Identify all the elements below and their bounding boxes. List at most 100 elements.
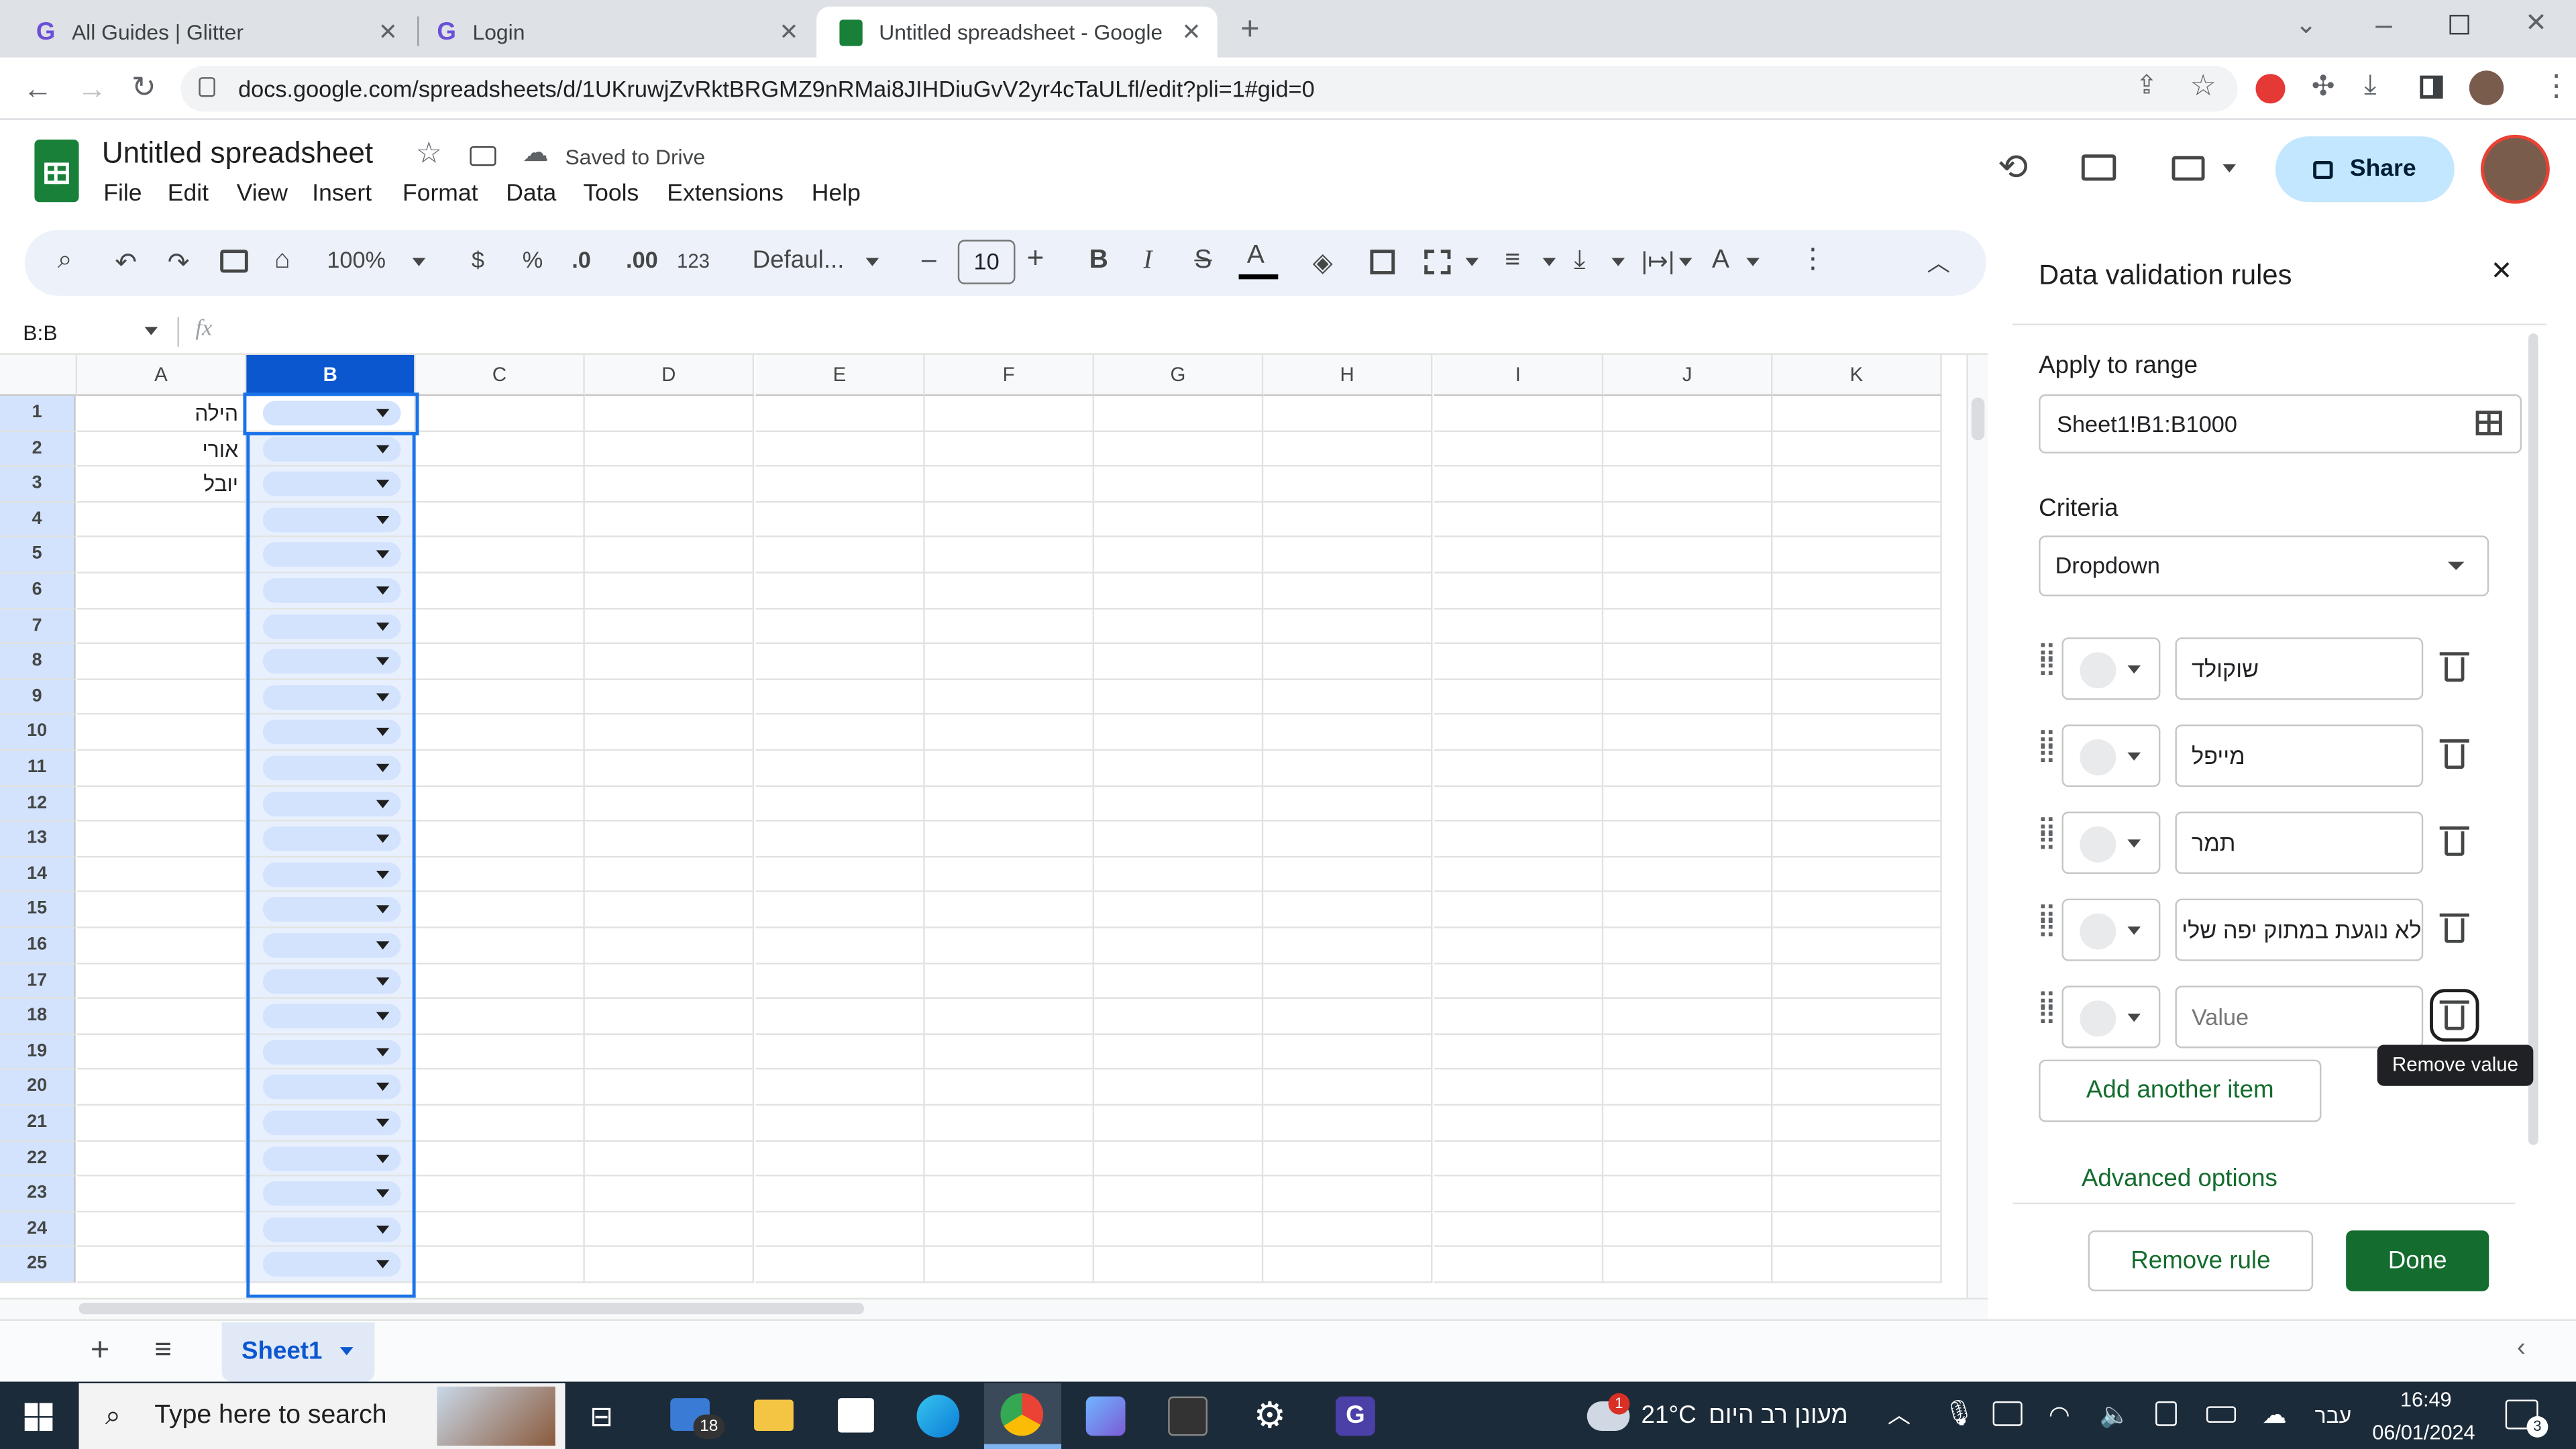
grid-cell[interactable] bbox=[924, 1106, 1095, 1142]
glitter-app-icon[interactable]: G bbox=[1336, 1396, 1375, 1436]
grid-cell[interactable] bbox=[584, 1034, 755, 1071]
grid-cell[interactable] bbox=[1094, 396, 1264, 432]
grid-cell[interactable] bbox=[1772, 396, 1942, 432]
share-page-icon[interactable]: ⇪ bbox=[2136, 73, 2158, 100]
grid-cell[interactable] bbox=[924, 396, 1095, 432]
column-header-j[interactable]: J bbox=[1603, 354, 1773, 396]
cell-b-dropdown[interactable] bbox=[246, 786, 416, 822]
grid-cell[interactable] bbox=[755, 502, 925, 538]
dropdown-chip[interactable] bbox=[262, 898, 401, 922]
italic-icon[interactable]: I bbox=[1143, 246, 1152, 276]
settings-gear-icon[interactable]: ⚙ bbox=[1254, 1395, 1286, 1438]
grid-cell[interactable] bbox=[1263, 715, 1433, 751]
grid-cell[interactable] bbox=[1434, 857, 1604, 893]
font-select[interactable]: Defaul... bbox=[753, 246, 845, 274]
grid-cell[interactable] bbox=[1772, 644, 1942, 680]
row-header[interactable]: 25 bbox=[0, 1247, 76, 1283]
grid-cell[interactable] bbox=[1772, 608, 1942, 645]
grid-cell[interactable] bbox=[755, 821, 925, 857]
grid-cell[interactable] bbox=[1263, 892, 1433, 928]
grid-cell[interactable] bbox=[1772, 502, 1942, 538]
grid-cell[interactable] bbox=[415, 502, 585, 538]
grid-cell[interactable] bbox=[584, 1176, 755, 1212]
grid-cell[interactable] bbox=[755, 573, 925, 609]
grid-cell[interactable] bbox=[1434, 502, 1604, 538]
row-header[interactable]: 20 bbox=[0, 1070, 76, 1106]
grid-cell[interactable] bbox=[1772, 1212, 1942, 1248]
chevron-down-icon[interactable] bbox=[1678, 258, 1693, 266]
increase-decimal-button[interactable]: .00 bbox=[626, 246, 658, 272]
dropdown-chip[interactable] bbox=[262, 649, 401, 674]
menu-insert[interactable]: Insert bbox=[312, 180, 372, 207]
grid-cell[interactable] bbox=[415, 608, 585, 645]
cell-a[interactable] bbox=[77, 786, 247, 822]
text-rotation-icon[interactable]: A bbox=[1712, 246, 1729, 276]
new-tab-icon[interactable]: + bbox=[1240, 13, 1260, 46]
grid-cell[interactable] bbox=[924, 751, 1095, 787]
grid-cell[interactable] bbox=[1263, 537, 1433, 574]
grid-cell[interactable] bbox=[584, 396, 755, 432]
cell-a[interactable] bbox=[77, 1034, 247, 1071]
grid-cell[interactable] bbox=[1772, 1141, 1942, 1177]
grid-cell[interactable] bbox=[1434, 431, 1604, 467]
row-header[interactable]: 9 bbox=[0, 680, 76, 716]
comments-icon[interactable] bbox=[2081, 154, 2116, 181]
cell-a[interactable] bbox=[77, 680, 247, 716]
row-header[interactable]: 7 bbox=[0, 608, 76, 645]
volume-icon[interactable]: 🔈 bbox=[2100, 1400, 2131, 1430]
row-header[interactable]: 22 bbox=[0, 1141, 76, 1177]
chevron-down-icon[interactable] bbox=[1542, 258, 1556, 266]
grid-cell[interactable] bbox=[415, 1212, 585, 1248]
grid-cell[interactable] bbox=[1603, 821, 1773, 857]
vertical-align-icon[interactable]: ⤓ bbox=[1574, 246, 1585, 276]
grid-cell[interactable] bbox=[924, 1034, 1095, 1071]
cell-a[interactable] bbox=[77, 1212, 247, 1248]
grid-cell[interactable] bbox=[1263, 1106, 1433, 1142]
panel-scrollbar[interactable] bbox=[2528, 333, 2538, 1145]
bold-icon[interactable]: B bbox=[1089, 246, 1108, 276]
grid-cell[interactable] bbox=[1772, 1106, 1942, 1142]
grid-cell[interactable] bbox=[1263, 857, 1433, 893]
grid-cell[interactable] bbox=[924, 892, 1095, 928]
grid-cell[interactable] bbox=[1772, 821, 1942, 857]
chevron-down-icon[interactable] bbox=[1611, 258, 1625, 266]
menu-format[interactable]: Format bbox=[402, 180, 478, 207]
cell-a[interactable] bbox=[77, 821, 247, 857]
grid-cell[interactable] bbox=[415, 680, 585, 716]
chevron-down-icon[interactable] bbox=[1746, 258, 1760, 266]
grid-cell[interactable] bbox=[1772, 680, 1942, 716]
done-button[interactable]: Done bbox=[2346, 1230, 2489, 1291]
cell-a[interactable] bbox=[77, 1070, 247, 1106]
row-header[interactable]: 2 bbox=[0, 431, 76, 467]
cell-a[interactable] bbox=[77, 999, 247, 1035]
grid-cell[interactable] bbox=[1772, 1034, 1942, 1071]
vertical-scrollbar[interactable] bbox=[1966, 354, 1988, 1298]
grid-cell[interactable] bbox=[1434, 821, 1604, 857]
dropdown-chip[interactable] bbox=[262, 1110, 401, 1136]
dropdown-chip[interactable] bbox=[262, 472, 401, 497]
microsoft-store-icon[interactable] bbox=[837, 1398, 874, 1433]
chevron-down-icon[interactable] bbox=[412, 258, 426, 266]
grid-cell[interactable] bbox=[415, 1070, 585, 1106]
grid-cell[interactable] bbox=[584, 502, 755, 538]
edge-browser-icon[interactable] bbox=[916, 1395, 960, 1438]
chevron-down-icon[interactable] bbox=[339, 1347, 354, 1356]
cell-b-dropdown[interactable] bbox=[246, 680, 416, 716]
dropdown-chip[interactable] bbox=[262, 755, 401, 781]
chevron-down-icon[interactable] bbox=[2222, 164, 2237, 173]
cell-b-dropdown[interactable] bbox=[246, 1212, 416, 1248]
cell-b-dropdown[interactable] bbox=[246, 644, 416, 680]
cell-b-dropdown[interactable] bbox=[246, 1106, 416, 1142]
grid-cell[interactable] bbox=[1603, 431, 1773, 467]
row-header[interactable]: 23 bbox=[0, 1176, 76, 1212]
grid-cell[interactable] bbox=[584, 431, 755, 467]
version-history-icon[interactable]: ⟲ bbox=[1998, 149, 2028, 186]
cell-a[interactable] bbox=[77, 573, 247, 609]
column-header-a[interactable]: A bbox=[77, 354, 247, 396]
grid-cell[interactable] bbox=[1094, 1176, 1264, 1212]
grid-cell[interactable] bbox=[755, 608, 925, 645]
grid-cell[interactable] bbox=[1434, 786, 1604, 822]
tab-login[interactable]: G Login ✕ bbox=[414, 7, 815, 58]
tab-all-guides[interactable]: G All Guides | Glitter ✕ bbox=[13, 7, 415, 58]
grid-cell[interactable] bbox=[1094, 573, 1264, 609]
